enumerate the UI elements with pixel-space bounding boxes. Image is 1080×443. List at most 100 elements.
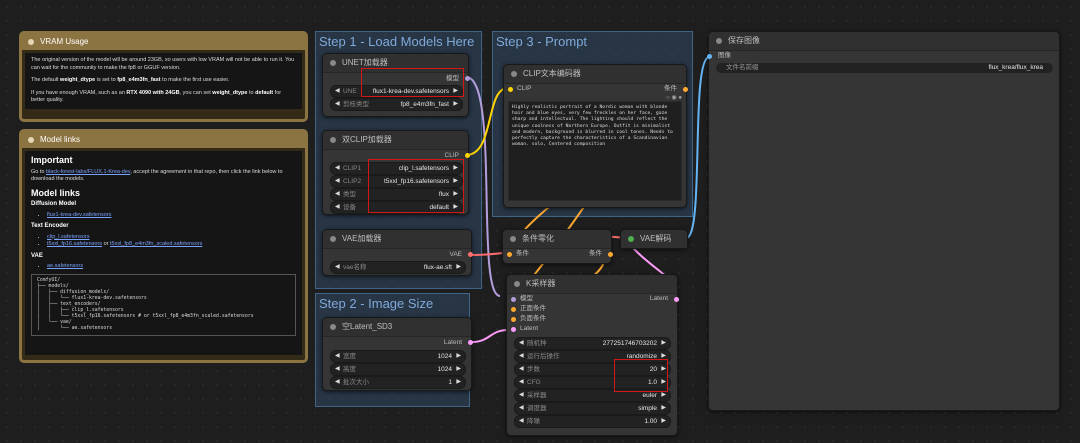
arrow-left-icon[interactable]: ◀	[335, 189, 340, 200]
model-links-heading: Model links	[31, 187, 81, 198]
input-latent-port[interactable]	[511, 327, 516, 332]
node-title-bar[interactable]: 条件零化	[503, 230, 611, 249]
wire-latent	[471, 329, 509, 343]
output-conditioning-port[interactable]	[683, 87, 688, 92]
output-latent-port[interactable]	[468, 340, 473, 345]
vae-name-combo[interactable]: ◀ vae名称 flux-ae.sft ▶	[330, 261, 466, 274]
node-title: VAE解码	[640, 234, 672, 243]
arrow-left-icon[interactable]: ◀	[335, 364, 340, 375]
t5xxl-fp16-link[interactable]: t5xxl_fp16.safetensors	[47, 241, 102, 247]
collapse-dot-icon[interactable]	[330, 324, 336, 330]
empty-latent-node[interactable]: 空Latent_SD3 Latent ◀ 宽度 1024 ▶ ◀ 高度 1024 ▶ ◀ 批次…	[322, 317, 473, 391]
input-negative-label: 负面条件	[520, 315, 546, 322]
arrow-left-icon[interactable]: ◀	[335, 262, 340, 273]
output-conditioning-port[interactable]	[608, 252, 613, 257]
node-title-bar[interactable]: 保存图像	[709, 32, 1059, 51]
arrow-left-icon[interactable]: ◀	[335, 99, 340, 110]
arrow-right-icon[interactable]: ▶	[456, 262, 461, 273]
node-title-bar[interactable]: 空Latent_SD3	[323, 318, 471, 337]
output-clip-port[interactable]	[465, 153, 470, 158]
collapse-dot-icon[interactable]	[330, 236, 336, 242]
input-positive-port[interactable]	[511, 307, 516, 312]
collapse-dot-icon[interactable]	[514, 281, 520, 287]
arrow-left-icon[interactable]: ◀	[335, 163, 340, 174]
arrow-left-icon[interactable]: ◀	[335, 86, 340, 97]
input-negative-port[interactable]	[511, 317, 516, 322]
width-stepper[interactable]: ◀ 宽度 1024 ▶	[330, 350, 466, 363]
arrow-left-icon[interactable]: ◀	[335, 377, 340, 388]
widget-value: 1.00	[644, 418, 657, 425]
collapse-dot-icon[interactable]	[330, 137, 336, 143]
arrow-left-icon[interactable]: ◀	[519, 351, 524, 362]
denoise-stepper[interactable]: ◀ 降噪 1.00 ▶	[514, 415, 671, 428]
arrow-left-icon[interactable]: ◀	[519, 338, 524, 349]
node-title: CLIP文本编码器	[523, 69, 581, 78]
repo-link[interactable]: black-forest-labs/FLUX.1-Krea-dev	[46, 169, 130, 175]
collapse-dot-icon[interactable]	[28, 137, 34, 143]
arrow-left-icon[interactable]: ◀	[519, 403, 524, 414]
arrow-left-icon[interactable]: ◀	[519, 364, 524, 375]
arrow-left-icon[interactable]: ◀	[519, 390, 524, 401]
arrow-right-icon[interactable]: ▶	[453, 99, 458, 110]
vae-decode-node[interactable]: VAE解码	[620, 229, 688, 249]
save-image-node[interactable]: 保存图像 图像 文件名前缀 flux_krea/flux_krea	[707, 31, 1060, 411]
prompt-textarea[interactable]: Highly realistic portrait of a Nordic wo…	[508, 101, 682, 201]
vae-link[interactable]: ae.safetensors	[47, 263, 83, 269]
arrow-right-icon[interactable]: ▶	[661, 338, 666, 349]
height-stepper[interactable]: ◀ 高度 1024 ▶	[330, 363, 466, 376]
arrow-right-icon[interactable]: ▶	[661, 416, 666, 427]
batch-size-stepper[interactable]: ◀ 批次大小 1 ▶	[330, 376, 466, 389]
arrow-right-icon[interactable]: ▶	[456, 351, 461, 362]
model-links-note[interactable]: Model links Important Go to black-forest…	[19, 129, 308, 363]
output-vae-port[interactable]	[468, 252, 473, 257]
collapse-dot-icon[interactable]	[628, 236, 634, 242]
diffusion-model-link[interactable]: flux1-krea-dev.safetensors	[47, 212, 111, 218]
clip-l-link[interactable]: clip_l.safetensors	[47, 234, 90, 240]
widget-value: flux-ae.sft	[423, 264, 452, 271]
note-title-bar[interactable]: VRAM Usage	[22, 34, 305, 50]
node-title-bar[interactable]: CLIP文本编码器	[504, 65, 686, 84]
output-latent-port[interactable]	[674, 297, 679, 302]
input-image-label: 图像	[718, 52, 731, 59]
arrow-left-icon[interactable]: ◀	[335, 202, 340, 213]
arrow-left-icon[interactable]: ◀	[335, 176, 340, 187]
scheduler-combo[interactable]: ◀ 调度器 simple ▶	[514, 402, 671, 415]
arrow-right-icon[interactable]: ▶	[456, 377, 461, 388]
arrow-left-icon[interactable]: ◀	[519, 416, 524, 427]
node-title-bar[interactable]: K采样器	[507, 275, 677, 294]
arrow-left-icon[interactable]: ◀	[335, 351, 340, 362]
collapse-dot-icon[interactable]	[511, 71, 517, 77]
input-positive-label: 正面条件	[520, 305, 546, 312]
collapse-dot-icon[interactable]	[330, 60, 336, 66]
collapse-dot-icon[interactable]	[510, 236, 516, 242]
input-model-port[interactable]	[511, 297, 516, 302]
arrow-right-icon[interactable]: ▶	[661, 403, 666, 414]
highlight-box	[614, 359, 668, 392]
filename-prefix-input[interactable]: 文件名前缀 flux_krea/flux_krea	[716, 63, 1053, 73]
bold-text: weight_dtype	[212, 89, 248, 96]
input-image-port[interactable]	[707, 54, 712, 59]
widget-value: 277251746703202	[602, 340, 657, 347]
node-title-bar[interactable]: 双CLIP加载器	[323, 131, 468, 150]
collapse-dot-icon[interactable]	[28, 39, 34, 45]
t5xxl-fp8-link[interactable]: t5xxl_fp8_e4m3fn_scaled.safetensors	[110, 241, 202, 247]
output-vae-label: VAE	[449, 251, 462, 258]
output-model-port[interactable]	[465, 76, 470, 81]
input-clip-port[interactable]	[508, 87, 513, 92]
input-conditioning-port[interactable]	[507, 252, 512, 257]
node-title-bar[interactable]: VAE加载器	[323, 230, 471, 249]
output-conditioning-label: 条件	[664, 85, 677, 92]
vae-loader-node[interactable]: VAE加载器 VAE ◀ vae名称 flux-ae.sft ▶	[322, 229, 473, 276]
arrow-right-icon[interactable]: ▶	[456, 364, 461, 375]
weight-dtype-combo[interactable]: ◀ 剪枝类型 fp8_e4m3fn_fast ▶	[330, 98, 463, 111]
ksampler-node[interactable]: K采样器 模型 Latent 正面条件 负面条件 Latent ◀ 随机种 2772…	[506, 274, 679, 436]
clip-text-encode-node[interactable]: CLIP文本编码器 CLIP 条件 ○ ◉ ● Highly realistic…	[503, 64, 688, 208]
note-title-bar[interactable]: Model links	[22, 132, 305, 148]
node-title-bar[interactable]: VAE解码	[621, 230, 687, 248]
conditioning-zero-out-node[interactable]: 条件零化 条件 条件	[502, 229, 613, 264]
seed-stepper[interactable]: ◀ 随机种 277251746703202 ▶	[514, 337, 671, 350]
collapse-dot-icon[interactable]	[716, 38, 722, 44]
arrow-left-icon[interactable]: ◀	[519, 377, 524, 388]
highlight-box	[361, 68, 464, 97]
vram-usage-note[interactable]: VRAM Usage The original version of the m…	[19, 31, 308, 122]
